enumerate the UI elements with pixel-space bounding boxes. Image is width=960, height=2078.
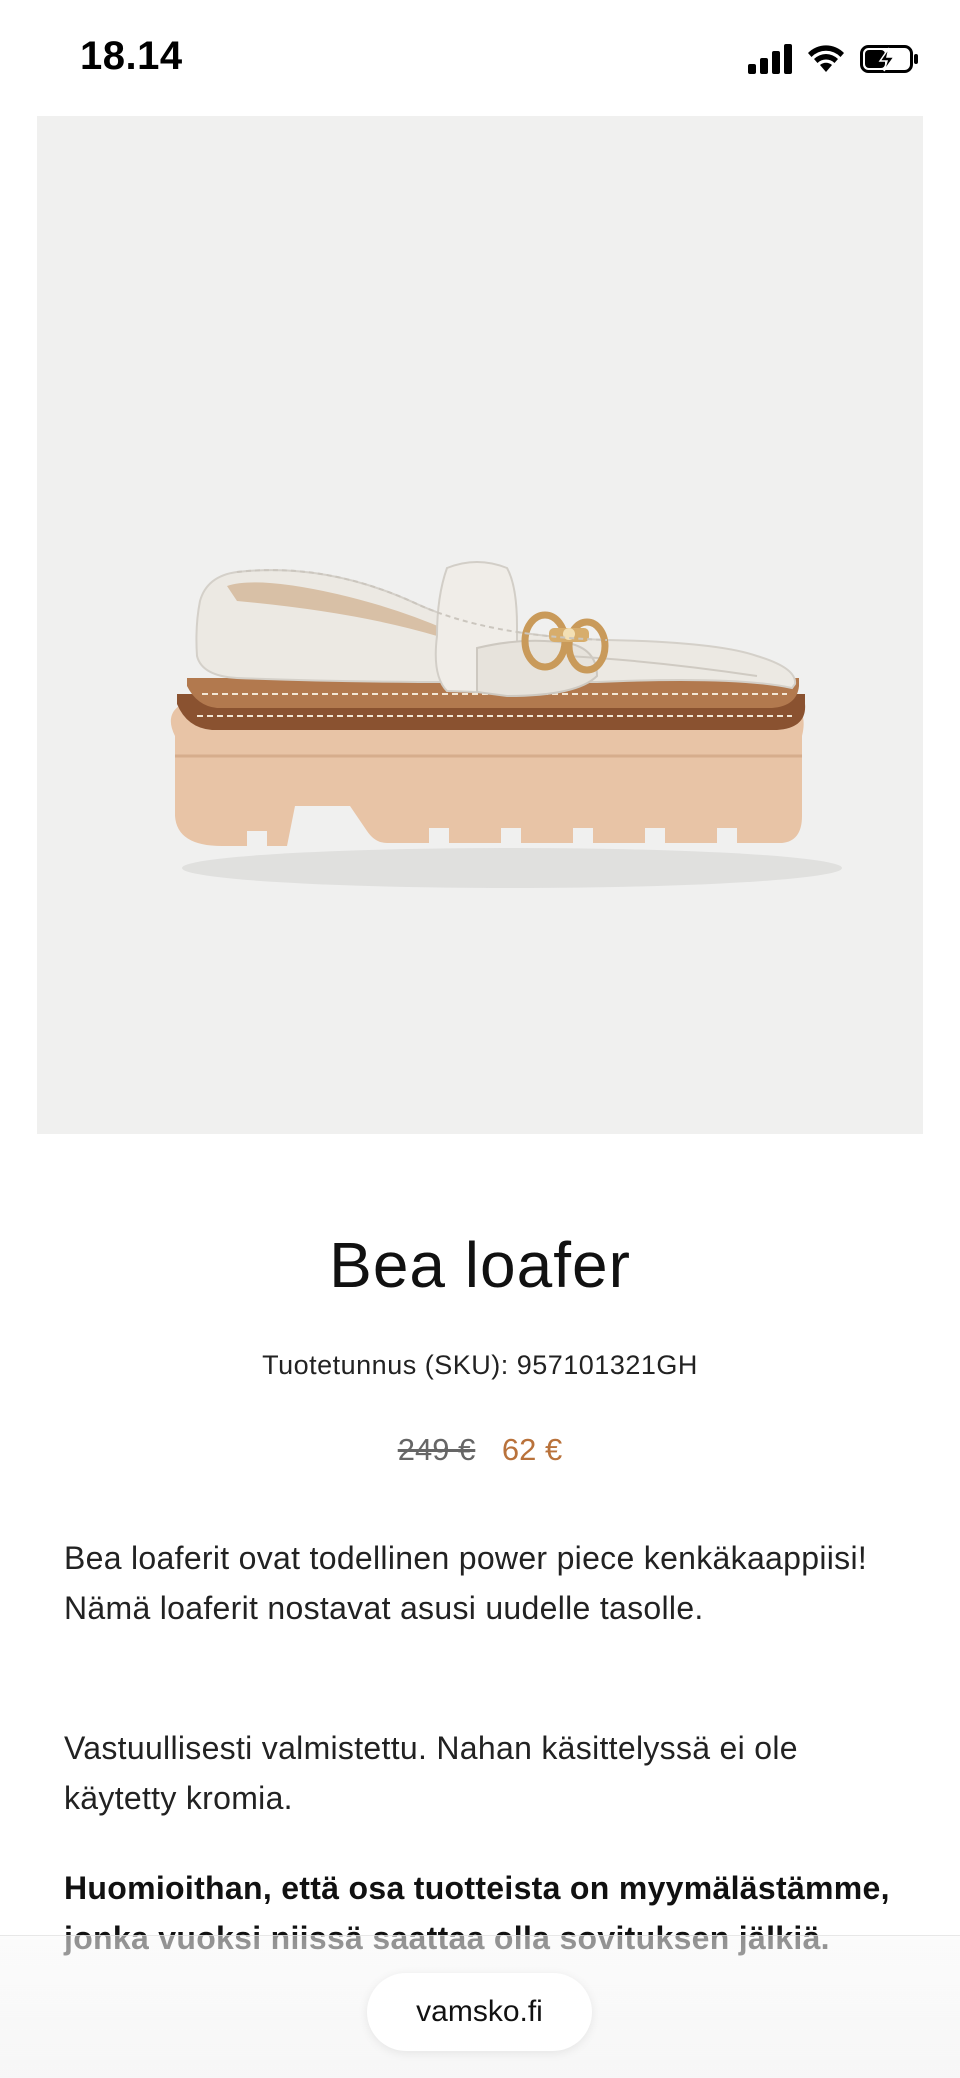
product-page: 18.14 Bea loafer Tuotetunnus (SKU): 9571… [0,0,960,2078]
price-sale: 62 € [501,1432,563,1467]
browser-url-bar[interactable]: vamsko.fi [367,1973,592,2051]
product-material-note: Vastuullisesti valmistettu. Nahan käsitt… [64,1730,798,1816]
wifi-icon [806,44,846,79]
cellular-signal-icon [748,44,792,79]
product-price: 249 € 62 € [0,1432,960,1468]
status-icons [748,44,920,79]
battery-charging-icon [860,44,920,79]
status-bar: 18.14 [0,0,960,116]
product-title: Bea loafer [329,1229,631,1301]
price-original: 249 € [397,1432,476,1467]
status-time: 18.14 [80,34,183,78]
product-image-gallery[interactable] [37,116,923,1134]
product-description: Bea loaferit ovat todellinen power piece… [64,1540,868,1626]
url-text: vamsko.fi [416,1995,543,2028]
product-image [170,561,842,888]
product-sku: Tuotetunnus (SKU): 957101321GH [262,1350,698,1380]
